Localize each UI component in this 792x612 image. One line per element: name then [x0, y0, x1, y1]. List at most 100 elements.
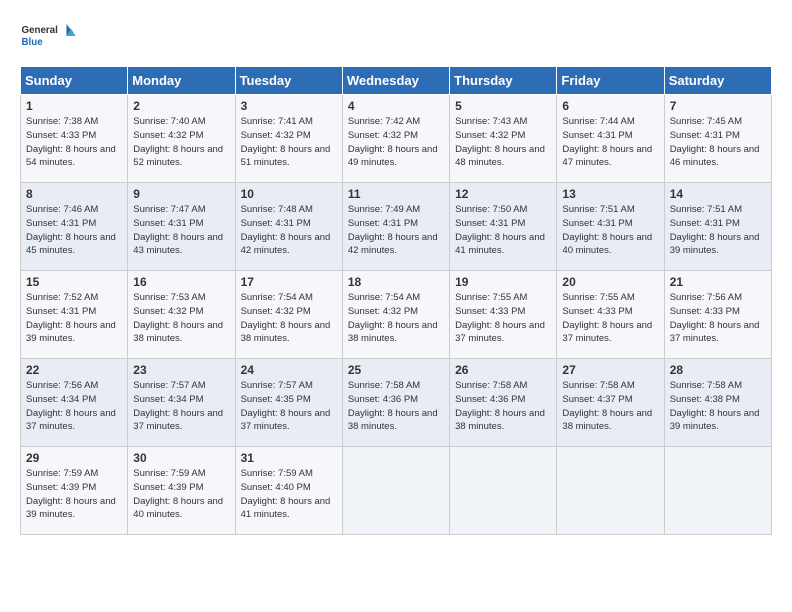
cell-details: Sunrise: 7:51 AMSunset: 4:31 PMDaylight:… [562, 204, 652, 256]
cell-details: Sunrise: 7:51 AMSunset: 4:31 PMDaylight:… [670, 204, 760, 256]
day-number: 21 [670, 275, 766, 289]
logo-svg: General Blue [20, 16, 80, 56]
day-of-week-header: Sunday [21, 67, 128, 95]
svg-text:Blue: Blue [22, 37, 44, 48]
cell-details: Sunrise: 7:48 AMSunset: 4:31 PMDaylight:… [241, 204, 331, 256]
calendar-cell: 16 Sunrise: 7:53 AMSunset: 4:32 PMDaylig… [128, 271, 235, 359]
cell-details: Sunrise: 7:55 AMSunset: 4:33 PMDaylight:… [455, 292, 545, 344]
calendar-cell: 26 Sunrise: 7:58 AMSunset: 4:36 PMDaylig… [450, 359, 557, 447]
cell-details: Sunrise: 7:54 AMSunset: 4:32 PMDaylight:… [348, 292, 438, 344]
calendar-cell: 27 Sunrise: 7:58 AMSunset: 4:37 PMDaylig… [557, 359, 664, 447]
calendar-cell: 7 Sunrise: 7:45 AMSunset: 4:31 PMDayligh… [664, 95, 771, 183]
calendar-cell [450, 447, 557, 535]
day-number: 10 [241, 187, 337, 201]
calendar-cell: 3 Sunrise: 7:41 AMSunset: 4:32 PMDayligh… [235, 95, 342, 183]
calendar-cell: 30 Sunrise: 7:59 AMSunset: 4:39 PMDaylig… [128, 447, 235, 535]
cell-details: Sunrise: 7:59 AMSunset: 4:39 PMDaylight:… [133, 468, 223, 520]
cell-details: Sunrise: 7:58 AMSunset: 4:38 PMDaylight:… [670, 380, 760, 432]
cell-details: Sunrise: 7:49 AMSunset: 4:31 PMDaylight:… [348, 204, 438, 256]
calendar-cell: 8 Sunrise: 7:46 AMSunset: 4:31 PMDayligh… [21, 183, 128, 271]
cell-details: Sunrise: 7:53 AMSunset: 4:32 PMDaylight:… [133, 292, 223, 344]
cell-details: Sunrise: 7:52 AMSunset: 4:31 PMDaylight:… [26, 292, 116, 344]
day-number: 20 [562, 275, 658, 289]
day-number: 23 [133, 363, 229, 377]
day-number: 26 [455, 363, 551, 377]
cell-details: Sunrise: 7:43 AMSunset: 4:32 PMDaylight:… [455, 116, 545, 168]
calendar-week-row: 15 Sunrise: 7:52 AMSunset: 4:31 PMDaylig… [21, 271, 772, 359]
calendar-week-row: 29 Sunrise: 7:59 AMSunset: 4:39 PMDaylig… [21, 447, 772, 535]
cell-details: Sunrise: 7:58 AMSunset: 4:36 PMDaylight:… [348, 380, 438, 432]
calendar-cell: 29 Sunrise: 7:59 AMSunset: 4:39 PMDaylig… [21, 447, 128, 535]
day-number: 29 [26, 451, 122, 465]
header: General Blue [20, 16, 772, 56]
day-number: 6 [562, 99, 658, 113]
day-of-week-header: Wednesday [342, 67, 449, 95]
cell-details: Sunrise: 7:46 AMSunset: 4:31 PMDaylight:… [26, 204, 116, 256]
day-number: 1 [26, 99, 122, 113]
day-number: 7 [670, 99, 766, 113]
calendar-cell: 6 Sunrise: 7:44 AMSunset: 4:31 PMDayligh… [557, 95, 664, 183]
day-number: 3 [241, 99, 337, 113]
calendar-cell: 4 Sunrise: 7:42 AMSunset: 4:32 PMDayligh… [342, 95, 449, 183]
calendar-cell: 1 Sunrise: 7:38 AMSunset: 4:33 PMDayligh… [21, 95, 128, 183]
calendar-body: 1 Sunrise: 7:38 AMSunset: 4:33 PMDayligh… [21, 95, 772, 535]
day-of-week-header: Friday [557, 67, 664, 95]
calendar-cell: 15 Sunrise: 7:52 AMSunset: 4:31 PMDaylig… [21, 271, 128, 359]
cell-details: Sunrise: 7:41 AMSunset: 4:32 PMDaylight:… [241, 116, 331, 168]
calendar-cell [664, 447, 771, 535]
day-number: 19 [455, 275, 551, 289]
cell-details: Sunrise: 7:56 AMSunset: 4:34 PMDaylight:… [26, 380, 116, 432]
calendar-cell: 23 Sunrise: 7:57 AMSunset: 4:34 PMDaylig… [128, 359, 235, 447]
calendar-cell: 9 Sunrise: 7:47 AMSunset: 4:31 PMDayligh… [128, 183, 235, 271]
cell-details: Sunrise: 7:55 AMSunset: 4:33 PMDaylight:… [562, 292, 652, 344]
calendar-cell: 22 Sunrise: 7:56 AMSunset: 4:34 PMDaylig… [21, 359, 128, 447]
calendar-cell: 10 Sunrise: 7:48 AMSunset: 4:31 PMDaylig… [235, 183, 342, 271]
day-number: 24 [241, 363, 337, 377]
calendar-cell: 24 Sunrise: 7:57 AMSunset: 4:35 PMDaylig… [235, 359, 342, 447]
calendar-cell [342, 447, 449, 535]
day-number: 18 [348, 275, 444, 289]
cell-details: Sunrise: 7:47 AMSunset: 4:31 PMDaylight:… [133, 204, 223, 256]
day-number: 13 [562, 187, 658, 201]
calendar-table: SundayMondayTuesdayWednesdayThursdayFrid… [20, 66, 772, 535]
cell-details: Sunrise: 7:56 AMSunset: 4:33 PMDaylight:… [670, 292, 760, 344]
cell-details: Sunrise: 7:44 AMSunset: 4:31 PMDaylight:… [562, 116, 652, 168]
day-of-week-header: Thursday [450, 67, 557, 95]
cell-details: Sunrise: 7:58 AMSunset: 4:36 PMDaylight:… [455, 380, 545, 432]
cell-details: Sunrise: 7:50 AMSunset: 4:31 PMDaylight:… [455, 204, 545, 256]
day-number: 17 [241, 275, 337, 289]
calendar-cell: 2 Sunrise: 7:40 AMSunset: 4:32 PMDayligh… [128, 95, 235, 183]
day-number: 25 [348, 363, 444, 377]
calendar-cell: 11 Sunrise: 7:49 AMSunset: 4:31 PMDaylig… [342, 183, 449, 271]
day-number: 28 [670, 363, 766, 377]
calendar-cell: 25 Sunrise: 7:58 AMSunset: 4:36 PMDaylig… [342, 359, 449, 447]
day-number: 5 [455, 99, 551, 113]
calendar-cell: 18 Sunrise: 7:54 AMSunset: 4:32 PMDaylig… [342, 271, 449, 359]
calendar-week-row: 1 Sunrise: 7:38 AMSunset: 4:33 PMDayligh… [21, 95, 772, 183]
calendar-cell: 13 Sunrise: 7:51 AMSunset: 4:31 PMDaylig… [557, 183, 664, 271]
day-of-week-header: Tuesday [235, 67, 342, 95]
day-number: 11 [348, 187, 444, 201]
cell-details: Sunrise: 7:38 AMSunset: 4:33 PMDaylight:… [26, 116, 116, 168]
calendar-cell: 31 Sunrise: 7:59 AMSunset: 4:40 PMDaylig… [235, 447, 342, 535]
calendar-header-row: SundayMondayTuesdayWednesdayThursdayFrid… [21, 67, 772, 95]
cell-details: Sunrise: 7:45 AMSunset: 4:31 PMDaylight:… [670, 116, 760, 168]
calendar-cell: 14 Sunrise: 7:51 AMSunset: 4:31 PMDaylig… [664, 183, 771, 271]
day-of-week-header: Monday [128, 67, 235, 95]
calendar-cell: 19 Sunrise: 7:55 AMSunset: 4:33 PMDaylig… [450, 271, 557, 359]
day-number: 2 [133, 99, 229, 113]
calendar-cell: 5 Sunrise: 7:43 AMSunset: 4:32 PMDayligh… [450, 95, 557, 183]
svg-text:General: General [22, 25, 59, 36]
day-number: 31 [241, 451, 337, 465]
calendar-cell: 20 Sunrise: 7:55 AMSunset: 4:33 PMDaylig… [557, 271, 664, 359]
day-number: 14 [670, 187, 766, 201]
day-number: 27 [562, 363, 658, 377]
day-number: 22 [26, 363, 122, 377]
calendar-cell [557, 447, 664, 535]
cell-details: Sunrise: 7:54 AMSunset: 4:32 PMDaylight:… [241, 292, 331, 344]
cell-details: Sunrise: 7:59 AMSunset: 4:39 PMDaylight:… [26, 468, 116, 520]
day-number: 16 [133, 275, 229, 289]
cell-details: Sunrise: 7:59 AMSunset: 4:40 PMDaylight:… [241, 468, 331, 520]
cell-details: Sunrise: 7:57 AMSunset: 4:35 PMDaylight:… [241, 380, 331, 432]
day-number: 15 [26, 275, 122, 289]
